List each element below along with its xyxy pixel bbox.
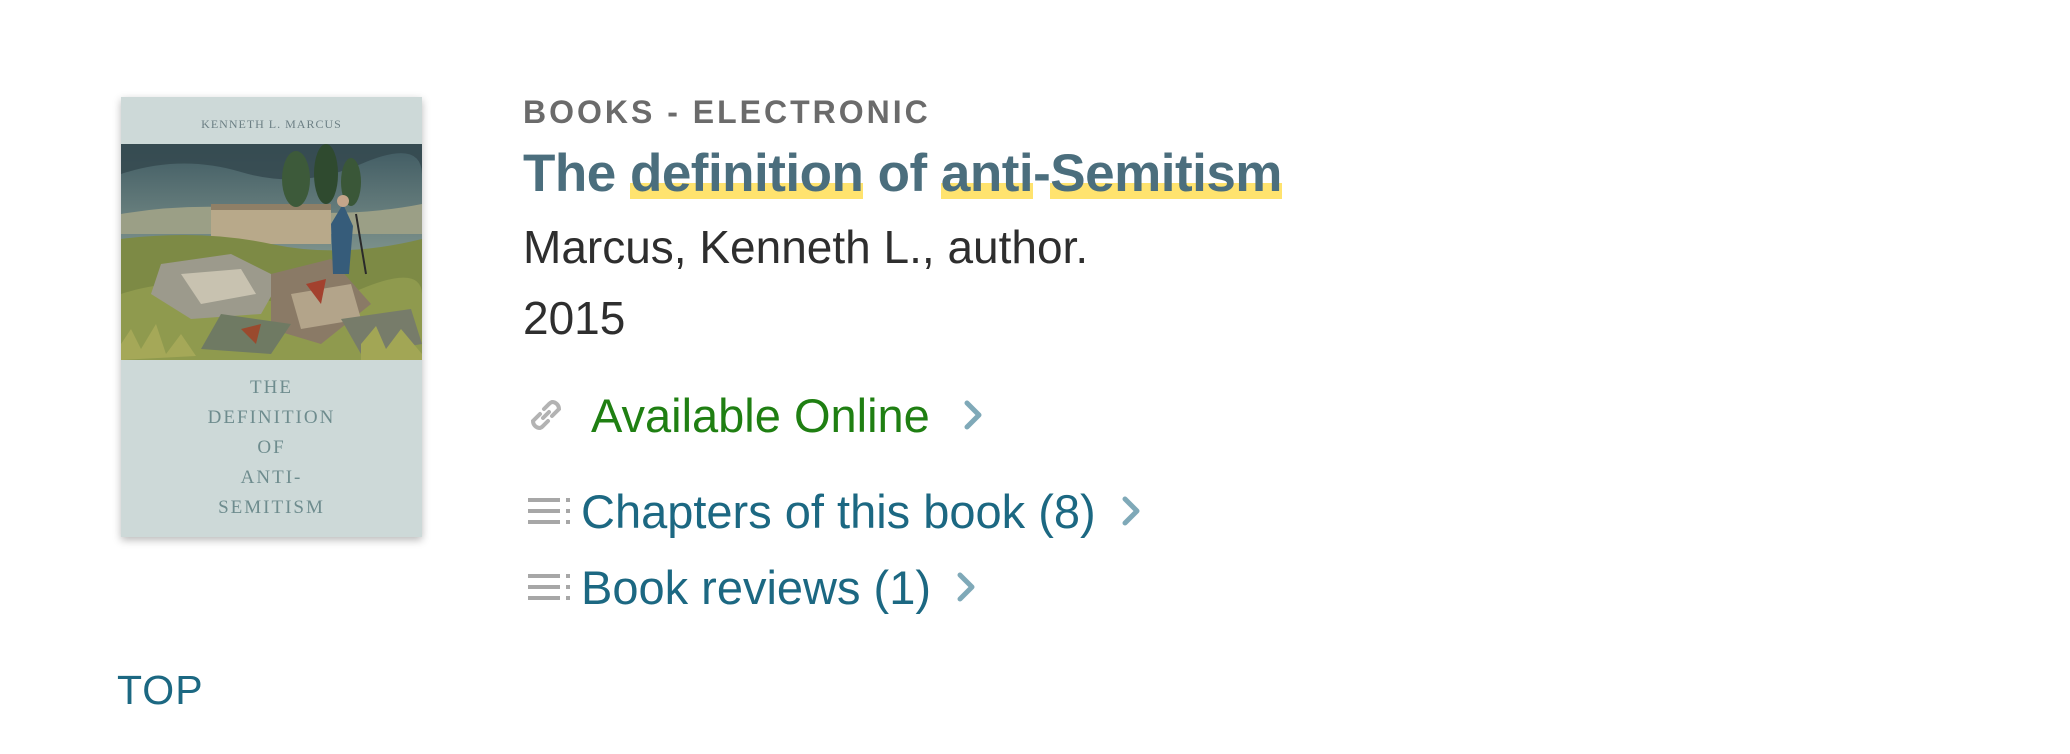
chevron-right-icon	[964, 400, 982, 430]
chevron-right-icon	[1122, 496, 1140, 526]
record-year: 2015	[523, 292, 626, 344]
book-cover[interactable]: KENNETH L. MARCUS THE DEFINITION OF ANTI…	[121, 97, 422, 537]
cover-painting	[121, 144, 422, 360]
book-reviews-link[interactable]: Book reviews (1)	[526, 557, 981, 617]
list-icon	[528, 574, 570, 600]
title-highlight: definition	[629, 144, 864, 203]
back-to-top-link[interactable]: TOP	[117, 667, 204, 714]
title-highlight: anti	[940, 144, 1034, 203]
format-label: BOOKS - ELECTRONIC	[523, 94, 931, 130]
chapters-link[interactable]: Chapters of this book (8)	[526, 481, 1146, 541]
book-reviews-label: Book reviews (1)	[581, 560, 931, 614]
cover-author: KENNETH L. MARCUS	[201, 117, 342, 131]
link-icon	[530, 399, 562, 431]
title-part: -	[1033, 144, 1051, 203]
record-title[interactable]: The definition of anti-Semitism	[523, 143, 1282, 204]
cover-title: THE DEFINITION OF ANTI- SEMITISM	[207, 377, 336, 518]
available-online-link[interactable]: Available Online	[523, 385, 988, 445]
title-part: of	[863, 144, 941, 203]
chapters-label: Chapters of this book (8)	[581, 484, 1096, 538]
search-result: KENNETH L. MARCUS THE DEFINITION OF ANTI…	[0, 0, 2070, 754]
available-online-label: Available Online	[591, 388, 930, 442]
list-icon	[528, 498, 570, 524]
title-part: The	[523, 144, 630, 203]
record-author: Marcus, Kenneth L., author.	[523, 221, 1089, 273]
title-highlight: Semitism	[1050, 144, 1282, 203]
chevron-right-icon	[957, 572, 975, 602]
